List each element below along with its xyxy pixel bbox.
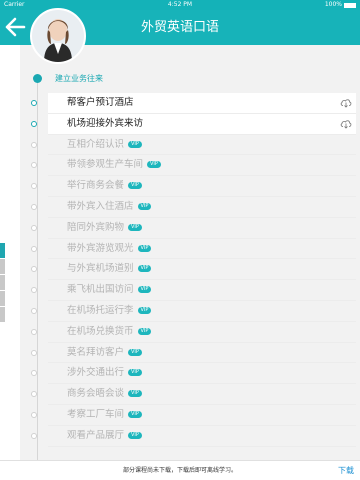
lesson-row[interactable]: 商务会晤会谈 VIP — [31, 384, 356, 405]
timeline-dot-icon — [31, 203, 37, 210]
timeline-dot-icon — [31, 307, 37, 314]
cloud-download-icon[interactable] — [340, 119, 352, 129]
vip-badge: VIP — [128, 410, 142, 418]
vip-badge: VIP — [147, 161, 161, 169]
sidebar-tab[interactable] — [0, 291, 5, 306]
vip-badge: VIP — [128, 140, 142, 148]
vip-badge: VIP — [128, 431, 142, 439]
vip-badge: VIP — [128, 390, 142, 398]
sidebar-tab[interactable] — [0, 259, 5, 274]
lesson-row[interactable]: 带外宾入住酒店 VIP — [31, 196, 356, 218]
vip-badge: VIP — [128, 369, 142, 377]
vip-badge: VIP — [128, 182, 142, 190]
lesson-row[interactable]: 帮客户预订酒店 — [31, 93, 356, 114]
lesson-title: 考察工厂车间 — [67, 408, 125, 420]
download-button[interactable]: 下载 — [338, 461, 354, 480]
lesson-row[interactable]: 乘飞机出国访问 VIP — [31, 280, 356, 301]
sidebar-tab-active[interactable] — [0, 243, 5, 258]
lesson-title: 与外宾机场道别 — [67, 263, 134, 275]
download-banner: 部分课程尚未下载，下载后即可离线学习。 下载 — [0, 460, 360, 480]
lesson-row[interactable]: 举行商务会餐 VIP — [31, 176, 356, 197]
lesson-title: 举行商务会餐 — [67, 180, 125, 192]
lesson-title: 带外宾入住酒店 — [67, 200, 134, 212]
lesson-row[interactable]: 带外宾游览观光 VIP — [31, 238, 356, 260]
lesson-title: 商务会晤会谈 — [67, 388, 125, 400]
timeline-dot-icon — [31, 120, 37, 127]
lesson-row[interactable]: 观看产品展厅 VIP — [31, 425, 356, 447]
lesson-title: 互相介绍认识 — [67, 138, 125, 150]
cloud-download-icon[interactable] — [340, 98, 352, 108]
lesson-row[interactable]: 互相介绍认识 VIP — [31, 134, 356, 156]
lesson-row[interactable]: 在机场托运行李 VIP — [31, 300, 356, 322]
timeline-dot-icon — [31, 432, 37, 439]
lesson-title: 涉外交通出行 — [67, 367, 125, 379]
section-dot-icon — [33, 74, 42, 83]
avatar[interactable] — [30, 8, 86, 64]
timeline-dot-icon — [31, 224, 37, 231]
lesson-title: 机场迎接外宾来访 — [67, 117, 144, 129]
avatar-image — [32, 10, 84, 62]
sidebar-tabs — [0, 243, 5, 323]
battery-icon — [344, 2, 356, 8]
battery-percent: 100% — [324, 1, 342, 8]
sidebar-tab[interactable] — [0, 307, 5, 322]
lesson-title: 莫名拜访客户 — [67, 346, 125, 358]
vip-badge: VIP — [137, 327, 152, 335]
lesson-title: 陪同外宾购物 — [67, 221, 125, 233]
lesson-title: 在机场托运行李 — [67, 304, 134, 316]
lesson-title: 带领参观生产车间 — [67, 159, 144, 171]
lesson-row[interactable]: 机场迎接外宾来访 — [31, 113, 356, 135]
vip-badge: VIP — [137, 265, 152, 273]
lesson-title: 在机场兑换货币 — [67, 325, 134, 337]
lesson-title: 带外宾游览观光 — [67, 242, 134, 254]
lesson-row[interactable]: 考察工厂车间 VIP — [31, 404, 356, 426]
vip-badge: VIP — [137, 244, 152, 252]
timeline-dot-icon — [31, 245, 37, 252]
sidebar — [0, 45, 20, 480]
vip-badge: VIP — [137, 202, 152, 210]
lesson-title: 乘飞机出国访问 — [67, 284, 134, 296]
lesson-row[interactable]: 莫名拜访客户 VIP — [31, 342, 356, 364]
sidebar-tab[interactable] — [0, 275, 5, 290]
lesson-list: 帮客户预订酒店 机场迎接外宾来访 互相介绍认识 VIP 带领参观生产车间 VIP 举行商务会… — [31, 93, 356, 447]
lesson-row[interactable]: 带领参观生产车间 VIP — [31, 155, 356, 177]
timeline-line — [37, 80, 38, 460]
timeline-dot-icon — [31, 141, 37, 148]
vip-badge: VIP — [128, 223, 142, 231]
vip-badge: VIP — [128, 348, 142, 356]
section-title: 建立业务往来 — [55, 74, 103, 83]
lesson-row[interactable]: 陪同外宾购物 VIP — [31, 217, 356, 239]
vip-badge: VIP — [137, 306, 152, 314]
timeline-dot-icon — [31, 349, 37, 356]
timeline-dot-icon — [31, 411, 37, 418]
lesson-row[interactable]: 在机场兑换货币 VIP — [31, 321, 356, 343]
timeline-dot-icon — [31, 328, 37, 335]
lesson-title: 帮客户预订酒店 — [67, 97, 134, 108]
battery-indicator: 100% — [325, 0, 356, 10]
download-message: 部分课程尚未下载，下载后即可离线学习。 — [122, 467, 237, 474]
vip-badge: VIP — [137, 286, 152, 294]
lesson-title: 观看产品展厅 — [67, 429, 125, 441]
lesson-row[interactable]: 涉外交通出行 VIP — [31, 363, 356, 385]
timeline-dot-icon — [31, 100, 37, 106]
lesson-row[interactable]: 与外宾机场道别 VIP — [31, 259, 356, 281]
